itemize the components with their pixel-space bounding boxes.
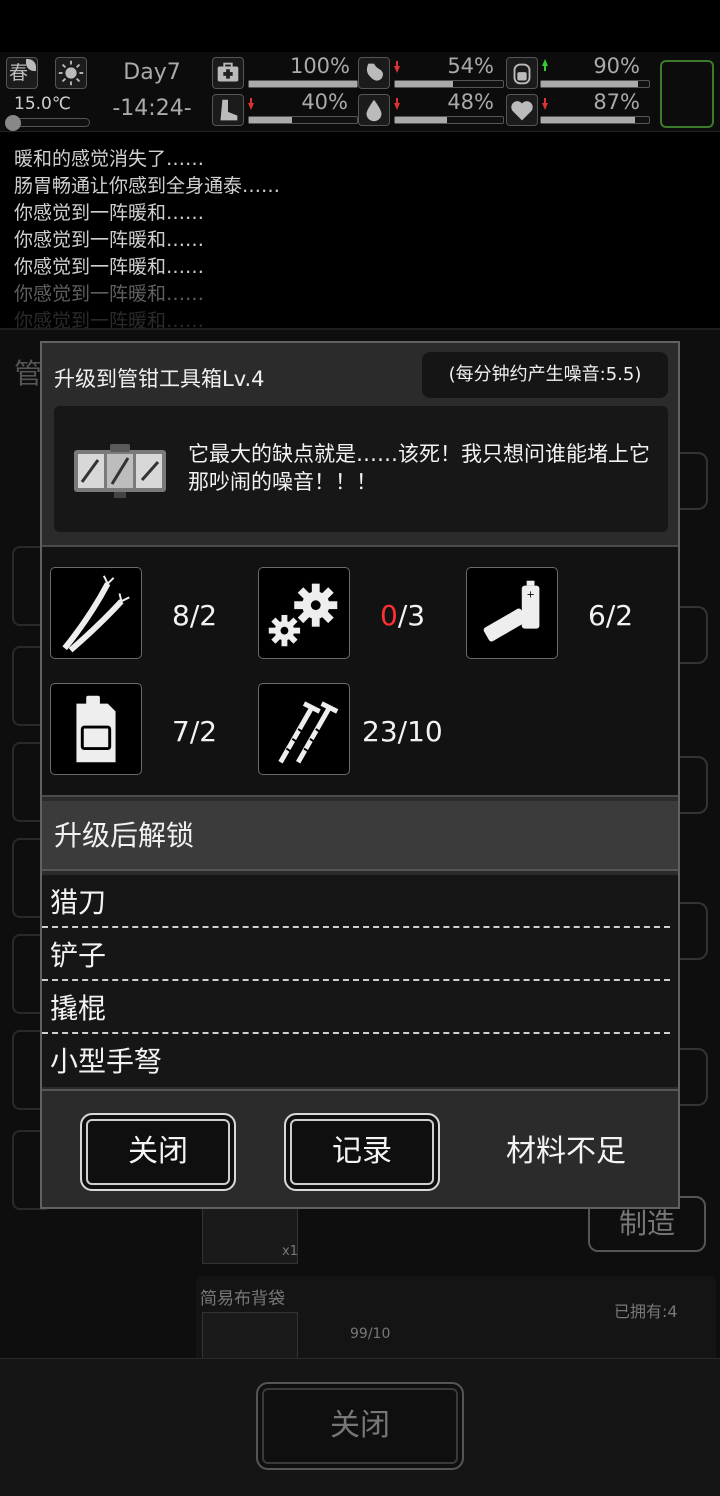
owned-count: 已拥有:4: [614, 1302, 678, 1321]
energy-value: 90%: [593, 54, 640, 78]
hunger-bar: [394, 80, 504, 88]
jerrycan-icon[interactable]: [50, 683, 142, 775]
unlock-item[interactable]: 小型手弩: [42, 1034, 670, 1087]
quick-slot-button[interactable]: [660, 60, 714, 128]
material-need: 3: [407, 599, 426, 632]
material-need: 2: [199, 599, 218, 632]
material-count: 8/2: [172, 599, 218, 632]
toolbox-icon: [74, 444, 166, 498]
screws-icon[interactable]: [258, 683, 350, 775]
material-have: 0: [380, 599, 398, 632]
material-have: 23: [362, 715, 398, 748]
crafting-panel-title: 管: [14, 357, 43, 390]
material-count: 0/3: [380, 599, 426, 632]
energy-bar-fill: [541, 81, 639, 87]
game-clock: -14:24-: [112, 96, 192, 121]
material-count: 6/2: [588, 599, 634, 632]
batteries-icon[interactable]: +: [466, 567, 558, 659]
log-line: 肠胃畅通让你感到全身通泰……: [14, 175, 281, 197]
energy-bar: [540, 80, 650, 88]
stamina-value: 40%: [301, 90, 348, 114]
upgrade-dialog: 升级到管钳工具箱Lv.4 (每分钟约产生噪音:5.5) 它最大的缺点就是……该死…: [40, 341, 680, 1209]
material-need: 10: [407, 715, 443, 748]
health-value: 100%: [289, 54, 350, 78]
hunger-bar-fill: [395, 81, 454, 87]
stamina-bar: [248, 116, 358, 124]
panel-close-button[interactable]: 关闭: [256, 1382, 464, 1470]
noise-info: (每分钟约产生噪音:5.5): [422, 352, 668, 398]
unlock-list: 猎刀 铲子 撬棍 小型手弩: [42, 875, 678, 1087]
day-counter: Day7: [123, 60, 181, 85]
recipe-material-count: 99/10: [350, 1326, 391, 1342]
thermometer-bulb-icon: [5, 115, 21, 131]
material-have: 8: [172, 599, 190, 632]
material-need: 2: [615, 599, 634, 632]
unlock-item[interactable]: 铲子: [42, 928, 670, 981]
log-line: 你感觉到一阵暖和……: [14, 202, 205, 224]
insufficient-materials-label: 材料不足: [506, 1134, 626, 1169]
recipe-item-image: [202, 1312, 298, 1362]
wire-icon[interactable]: [50, 567, 142, 659]
temperature-bar: [5, 115, 90, 131]
material-have: 6: [588, 599, 606, 632]
thirst-bar: [394, 116, 504, 124]
unlock-header: 升级后解锁: [42, 801, 678, 871]
unlock-item[interactable]: 撬棍: [42, 981, 670, 1034]
status-bar: 春 15.0℃ Day7 -14:24- 100% 54% 90% 40% 48…: [0, 52, 720, 132]
description-text: 它最大的缺点就是……该死！我只想问谁能堵上它那吵闹的噪音！！！: [188, 442, 650, 494]
mood-bar: [540, 116, 650, 124]
season-indicator: 春: [6, 57, 38, 89]
close-button[interactable]: 关闭: [80, 1113, 236, 1191]
material-need: 2: [199, 715, 218, 748]
sun-icon: [55, 57, 87, 89]
dialog-footer: 关闭 记录 材料不足: [42, 1089, 678, 1207]
thirst-value: 48%: [447, 90, 494, 114]
recipe-card-title: 简易布背袋: [200, 1289, 285, 1309]
log-line: 你感觉到一阵暖和……: [14, 256, 205, 278]
material-count: 23/10: [362, 715, 443, 748]
season-label: 春: [9, 62, 29, 84]
stamina-bar-fill: [249, 117, 293, 123]
recipe-item-count: x1: [282, 1244, 298, 1259]
record-button[interactable]: 记录: [284, 1113, 440, 1191]
log-line: 你感觉到一阵暖和……: [14, 283, 205, 305]
temperature-value: 15.0℃: [14, 94, 71, 114]
thirst-bar-fill: [395, 117, 447, 123]
dialog-title: 升级到管钳工具箱Lv.4: [54, 367, 265, 391]
health-bar: [248, 80, 358, 88]
description-box: 它最大的缺点就是……该死！我只想问谁能堵上它那吵闹的噪音！！！: [54, 406, 668, 532]
message-log: 暖和的感觉消失了…… 肠胃畅通让你感到全身通泰…… 你感觉到一阵暖和…… 你感觉…: [14, 146, 714, 335]
hunger-value: 54%: [447, 54, 494, 78]
svg-text:+: +: [526, 589, 534, 600]
material-have: 7: [172, 715, 190, 748]
log-line: 你感觉到一阵暖和……: [14, 229, 205, 251]
gears-icon[interactable]: [258, 567, 350, 659]
materials-grid: 8/2 0/3 + 6/2 7/2 23/10: [42, 545, 678, 797]
health-bar-fill: [249, 81, 357, 87]
log-line: 暖和的感觉消失了……: [14, 148, 205, 170]
mood-bar-fill: [541, 117, 635, 123]
material-count: 7/2: [172, 715, 218, 748]
mood-value: 87%: [593, 90, 640, 114]
unlock-item[interactable]: 猎刀: [42, 875, 670, 928]
